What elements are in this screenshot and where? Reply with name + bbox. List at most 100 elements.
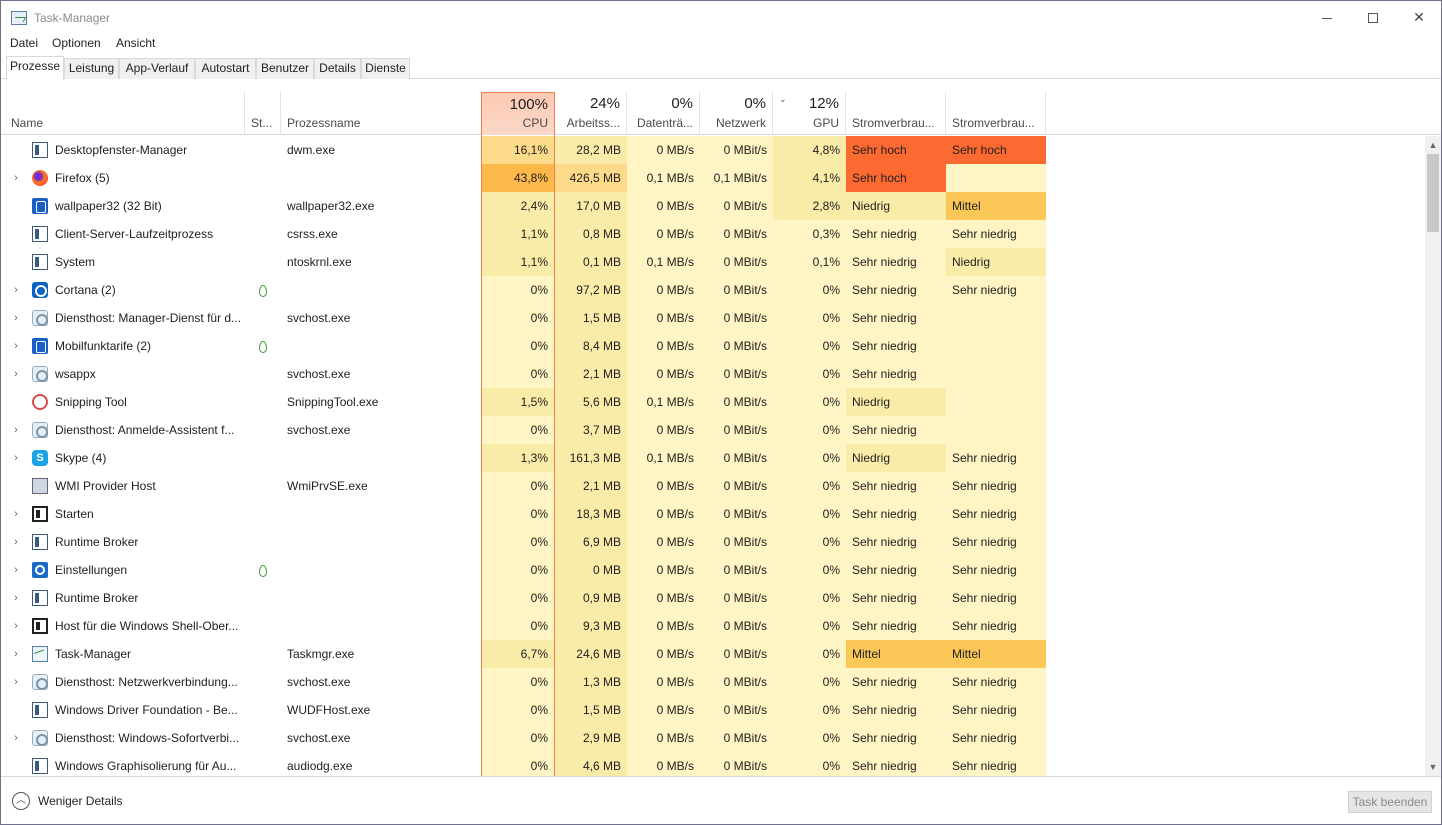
- expand-chevron-icon[interactable]: ›: [9, 556, 23, 584]
- tab-startup[interactable]: Autostart: [195, 58, 256, 79]
- expand-chevron-icon[interactable]: [9, 136, 23, 164]
- end-task-button[interactable]: Task beenden: [1348, 791, 1432, 813]
- table-row[interactable]: › Diensthost: Windows-Sofortverbi... svcho…: [1, 724, 1425, 752]
- cpu-value: 0%: [482, 416, 554, 444]
- table-row[interactable]: Snipping Tool SnippingTool.exe 1,5% 5,6 MB 0…: [1, 388, 1425, 416]
- fewer-details-link[interactable]: Weniger Details: [38, 794, 122, 808]
- column-header-memory[interactable]: 24% Arbeitss...: [555, 92, 627, 135]
- expand-chevron-icon[interactable]: [9, 192, 23, 220]
- disk-value: 0,1 MB/s: [627, 164, 700, 192]
- column-header-status[interactable]: St...: [245, 92, 281, 135]
- power-trend-value: Sehr niedrig: [946, 444, 1046, 472]
- scrollbar-thumb[interactable]: [1427, 154, 1439, 232]
- table-row[interactable]: › wsappx svchost.exe 0% 2,1 MB 0 MB/s 0 MBit/s…: [1, 360, 1425, 388]
- tab-users[interactable]: Benutzer: [256, 58, 314, 79]
- tab-processes[interactable]: Prozesse: [6, 56, 64, 80]
- column-header-name[interactable]: Name: [1, 92, 245, 135]
- expand-chevron-icon[interactable]: [9, 696, 23, 724]
- table-row[interactable]: Windows Driver Foundation - Be... WUDFHos…: [1, 696, 1425, 724]
- expand-chevron-icon[interactable]: ›: [9, 444, 23, 472]
- menu-file[interactable]: Datei: [10, 36, 38, 50]
- expand-chevron-icon[interactable]: ›: [9, 612, 23, 640]
- table-row[interactable]: › Cortana (2) 0% 97,2 MB 0 MB/s 0 MBit/s 0% Seh…: [1, 276, 1425, 304]
- column-header-power-trend[interactable]: Stromverbrau...: [946, 92, 1046, 135]
- expand-chevron-icon[interactable]: ›: [9, 640, 23, 668]
- column-header-disk[interactable]: 0% Datenträ...: [627, 92, 700, 135]
- status-cell: [245, 388, 281, 416]
- tab-app-history[interactable]: App-Verlauf: [119, 58, 195, 79]
- table-row[interactable]: wallpaper32 (32 Bit) wallpaper32.exe 2,4% 1…: [1, 192, 1425, 220]
- tab-services[interactable]: Dienste: [361, 58, 410, 79]
- wmi-icon: [32, 478, 48, 494]
- expand-chevron-icon[interactable]: ›: [9, 668, 23, 696]
- column-header-power[interactable]: Stromverbrau...: [846, 92, 946, 135]
- network-value: 0 MBit/s: [700, 304, 773, 332]
- expand-chevron-icon[interactable]: ›: [9, 332, 23, 360]
- process-name: System: [55, 255, 96, 269]
- table-row[interactable]: › Diensthost: Anmelde-Assistent f... svcho…: [1, 416, 1425, 444]
- expand-chevron-icon[interactable]: ›: [9, 500, 23, 528]
- memory-value: 18,3 MB: [554, 500, 627, 528]
- memory-value: 28,2 MB: [554, 136, 627, 164]
- expand-chevron-icon[interactable]: ›: [9, 360, 23, 388]
- table-row[interactable]: › Diensthost: Manager-Dienst für d... svch…: [1, 304, 1425, 332]
- process-list: Desktopfenster-Manager dwm.exe 16,1% 28,2 M…: [1, 136, 1425, 776]
- table-row[interactable]: WMI Provider Host WmiPrvSE.exe 0% 2,1 MB 0 M…: [1, 472, 1425, 500]
- table-row[interactable]: › Host für die Windows Shell-Ober... 0% 9,3…: [1, 612, 1425, 640]
- expand-chevron-icon[interactable]: ›: [9, 304, 23, 332]
- process-name: wsappx: [55, 367, 96, 381]
- column-header-process-name[interactable]: Prozessname: [281, 92, 482, 135]
- maximize-button[interactable]: [1350, 1, 1396, 34]
- process-name: Snipping Tool: [55, 395, 127, 409]
- table-row[interactable]: › Runtime Broker 0% 6,9 MB 0 MB/s 0 MBit/s 0% S…: [1, 528, 1425, 556]
- vertical-scrollbar[interactable]: ▲ ▼: [1425, 136, 1441, 776]
- column-header-network[interactable]: 0% Netzwerk: [700, 92, 773, 135]
- expand-chevron-icon[interactable]: [9, 388, 23, 416]
- expand-chevron-icon[interactable]: ›: [9, 584, 23, 612]
- table-row[interactable]: › S Skype (4) 1,3% 161,3 MB 0,1 MB/s 0 MBit/s 0…: [1, 444, 1425, 472]
- table-row[interactable]: › Mobilfunktarife (2) 0% 8,4 MB 0 MB/s 0 MBit…: [1, 332, 1425, 360]
- expand-chevron-icon[interactable]: ›: [9, 724, 23, 752]
- table-row[interactable]: › Firefox (5) 43,8% 426,5 MB 0,1 MB/s 0,1 MBi…: [1, 164, 1425, 192]
- expand-chevron-icon[interactable]: [9, 472, 23, 500]
- power-usage-value: Mittel: [846, 640, 946, 668]
- expand-chevron-icon[interactable]: [9, 248, 23, 276]
- tab-details[interactable]: Details: [314, 58, 361, 79]
- power-usage-value: Sehr niedrig: [846, 276, 946, 304]
- close-button[interactable]: ✕: [1396, 1, 1442, 34]
- tab-performance[interactable]: Leistung: [64, 58, 119, 79]
- menu-view[interactable]: Ansicht: [116, 36, 155, 50]
- expand-chevron-icon[interactable]: ›: [9, 276, 23, 304]
- minimize-button[interactable]: [1304, 1, 1350, 34]
- firefox-icon-glyph: [32, 170, 48, 186]
- scroll-down-arrow-icon[interactable]: ▼: [1425, 760, 1441, 774]
- column-header-cpu[interactable]: 100% CPU: [481, 92, 555, 135]
- scroll-up-arrow-icon[interactable]: ▲: [1425, 138, 1441, 152]
- gear-icon-glyph: [32, 310, 48, 326]
- disk-total-percent: 0%: [671, 95, 693, 112]
- disk-value: 0 MB/s: [627, 556, 700, 584]
- expand-chevron-icon[interactable]: ›: [9, 528, 23, 556]
- expand-chevron-icon[interactable]: ›: [9, 416, 23, 444]
- process-executable: [287, 332, 477, 360]
- table-row[interactable]: › Task-Manager Taskmgr.exe 6,7% 24,6 MB 0 MB/…: [1, 640, 1425, 668]
- power-trend-value: Sehr niedrig: [946, 668, 1046, 696]
- table-row[interactable]: Desktopfenster-Manager dwm.exe 16,1% 28,2 M…: [1, 136, 1425, 164]
- title-bar[interactable]: Task-Manager ✕: [1, 1, 1441, 34]
- table-row[interactable]: › Starten 0% 18,3 MB 0 MB/s 0 MBit/s 0% Sehr ni…: [1, 500, 1425, 528]
- process-name: WMI Provider Host: [55, 479, 156, 493]
- expand-chevron-icon[interactable]: ›: [9, 164, 23, 192]
- table-row[interactable]: Client-Server-Laufzeitprozess csrss.exe 1,…: [1, 220, 1425, 248]
- expand-chevron-icon[interactable]: [9, 752, 23, 776]
- expand-chevron-icon[interactable]: [9, 220, 23, 248]
- menu-options[interactable]: Optionen: [52, 36, 101, 50]
- column-header-gpu[interactable]: ⌄ 12% GPU: [773, 92, 846, 135]
- chevron-up-circle-icon[interactable]: ︿: [12, 792, 30, 810]
- table-row[interactable]: System ntoskrnl.exe 1,1% 0,1 MB 0,1 MB/s 0 MB…: [1, 248, 1425, 276]
- table-row[interactable]: Windows Graphisolierung für Au... audiodg…: [1, 752, 1425, 776]
- table-row[interactable]: › Runtime Broker 0% 0,9 MB 0 MB/s 0 MBit/s 0% S…: [1, 584, 1425, 612]
- table-row[interactable]: › Einstellungen 0% 0 MB 0 MB/s 0 MBit/s 0% Sehr…: [1, 556, 1425, 584]
- gpu-value: 0%: [773, 528, 846, 556]
- power-usage-value: Sehr niedrig: [846, 724, 946, 752]
- table-row[interactable]: › Diensthost: Netzwerkverbindung... svchos…: [1, 668, 1425, 696]
